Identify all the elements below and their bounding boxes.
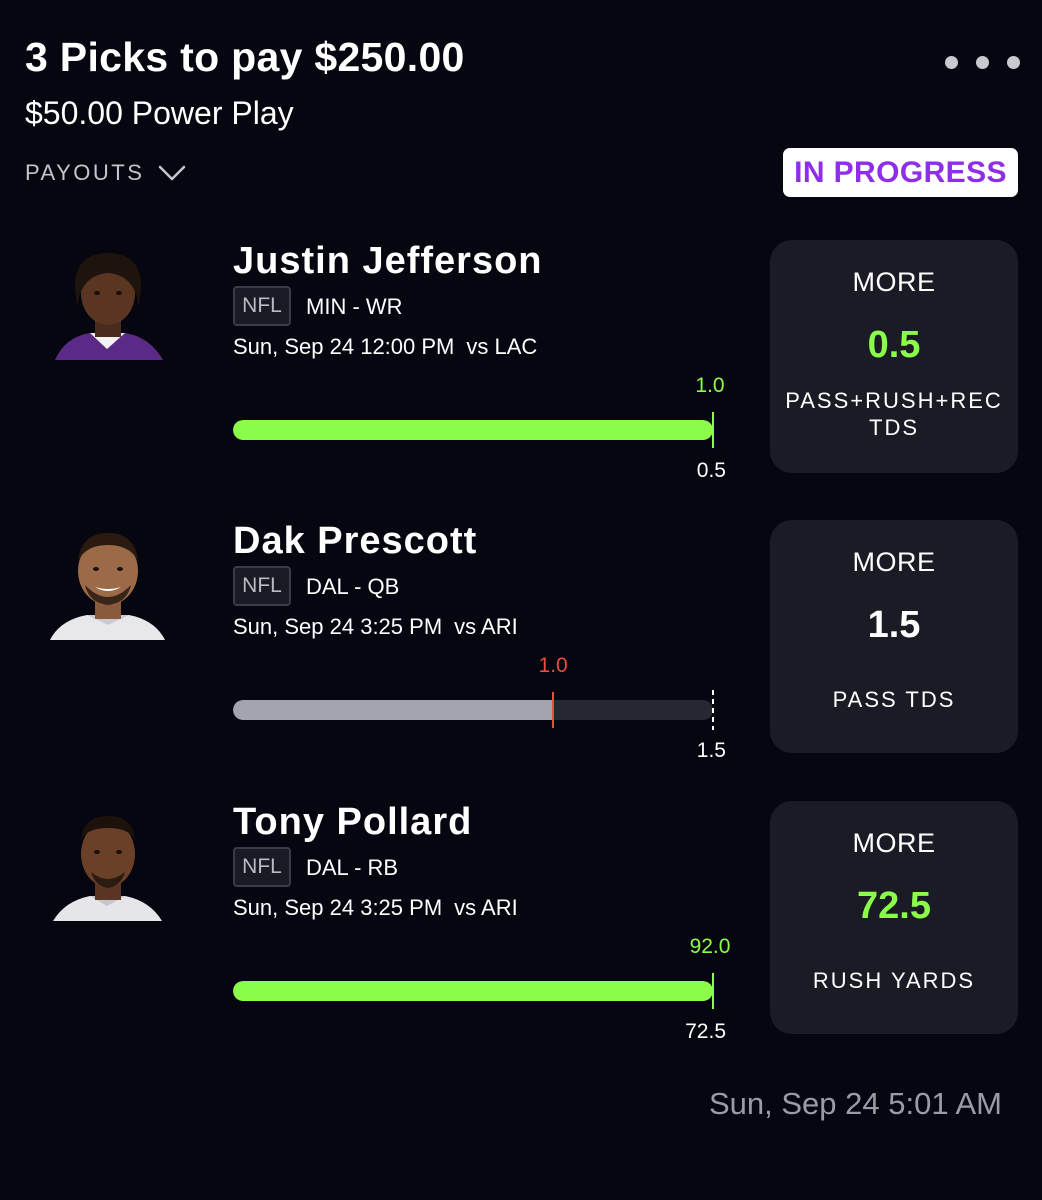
progress-bar xyxy=(233,700,713,720)
pick-card[interactable]: MORE 1.5 PASS TDS xyxy=(770,520,1018,753)
team-position: DAL - RB xyxy=(306,855,399,880)
pick-direction: MORE xyxy=(852,267,936,297)
more-dot-icon xyxy=(945,55,958,69)
stat-type-line: RUSH YARDS xyxy=(812,968,976,993)
actual-marker xyxy=(712,412,714,448)
opponent: vs LAC xyxy=(466,334,538,359)
actual-marker xyxy=(712,973,714,1009)
line-value: 0.5 xyxy=(696,459,726,482)
game-time: Sun, Sep 24 3:25 PM vs ARI xyxy=(233,895,518,921)
league-badge: NFL xyxy=(233,566,291,606)
entry-subtitle: $50.00 Power Play xyxy=(25,95,294,131)
chevron-down-icon xyxy=(159,165,186,181)
progress-bar xyxy=(233,420,713,440)
game-date: Sun, Sep 24 3:25 PM xyxy=(233,614,443,639)
player-avatar xyxy=(45,806,170,931)
more-options-button[interactable] xyxy=(945,52,1020,72)
player-avatar xyxy=(45,525,170,650)
league-badge: NFL xyxy=(233,847,291,887)
pick-row: Dak Prescott NFL DAL - QB Sun, Sep 24 3:… xyxy=(0,520,1042,762)
projection-value: 1.5 xyxy=(867,604,921,646)
stat-type-line: TDS xyxy=(869,415,919,440)
stat-type: RUSH YARDS xyxy=(770,967,1018,994)
actual-value: 1.0 xyxy=(538,654,568,677)
game-time: Sun, Sep 24 3:25 PM vs ARI xyxy=(233,614,518,640)
player-name: Tony Pollard xyxy=(233,801,473,843)
pick-card[interactable]: MORE 72.5 RUSH YARDS xyxy=(770,801,1018,1034)
league-badge: NFL xyxy=(233,286,291,326)
line-value: 72.5 xyxy=(685,1020,726,1043)
pick-row: Tony Pollard NFL DAL - RB Sun, Sep 24 3:… xyxy=(0,801,1042,1043)
more-dot-icon xyxy=(1007,55,1020,69)
game-date: Sun, Sep 24 12:00 PM xyxy=(233,334,455,359)
stat-type-line: PASS TDS xyxy=(832,687,956,712)
line-marker xyxy=(712,690,714,730)
progress-fill xyxy=(233,420,713,440)
projection-value: 0.5 xyxy=(867,324,921,366)
timestamp: Sun, Sep 24 5:01 AM xyxy=(709,1086,1002,1121)
game-date: Sun, Sep 24 3:25 PM xyxy=(233,895,443,920)
game-time: Sun, Sep 24 12:00 PM vs LAC xyxy=(233,334,537,360)
pick-direction: MORE xyxy=(852,828,936,858)
player-name: Justin Jefferson xyxy=(233,240,543,282)
progress-fill xyxy=(233,700,554,720)
player-avatar xyxy=(45,245,170,370)
projection-value: 72.5 xyxy=(857,885,931,927)
status-badge: IN PROGRESS xyxy=(783,148,1018,197)
stat-type: PASS+RUSH+REC TDS xyxy=(770,387,1018,441)
actual-value: 92.0 xyxy=(689,935,731,958)
pick-direction: MORE xyxy=(852,547,936,577)
team-position: DAL - QB xyxy=(306,574,400,599)
opponent: vs ARI xyxy=(454,614,518,639)
pick-row: Justin Jefferson NFL MIN - WR Sun, Sep 2… xyxy=(0,240,1042,482)
progress-bar xyxy=(233,981,713,1001)
progress-fill xyxy=(233,981,713,1001)
actual-value: 1.0 xyxy=(695,374,725,397)
actual-marker xyxy=(552,692,555,728)
stat-type: PASS TDS xyxy=(770,686,1018,713)
opponent: vs ARI xyxy=(454,895,518,920)
stat-type-line: PASS+RUSH+REC xyxy=(785,388,1003,413)
payouts-toggle[interactable]: PAYOUTS xyxy=(25,160,186,186)
pick-card[interactable]: MORE 0.5 PASS+RUSH+REC TDS xyxy=(770,240,1018,473)
more-dot-icon xyxy=(976,55,989,69)
team-position: MIN - WR xyxy=(306,294,403,319)
player-name: Dak Prescott xyxy=(233,520,478,562)
page-title: 3 Picks to pay $250.00 xyxy=(25,34,465,80)
line-value: 1.5 xyxy=(696,739,726,762)
payouts-label: PAYOUTS xyxy=(25,160,145,185)
